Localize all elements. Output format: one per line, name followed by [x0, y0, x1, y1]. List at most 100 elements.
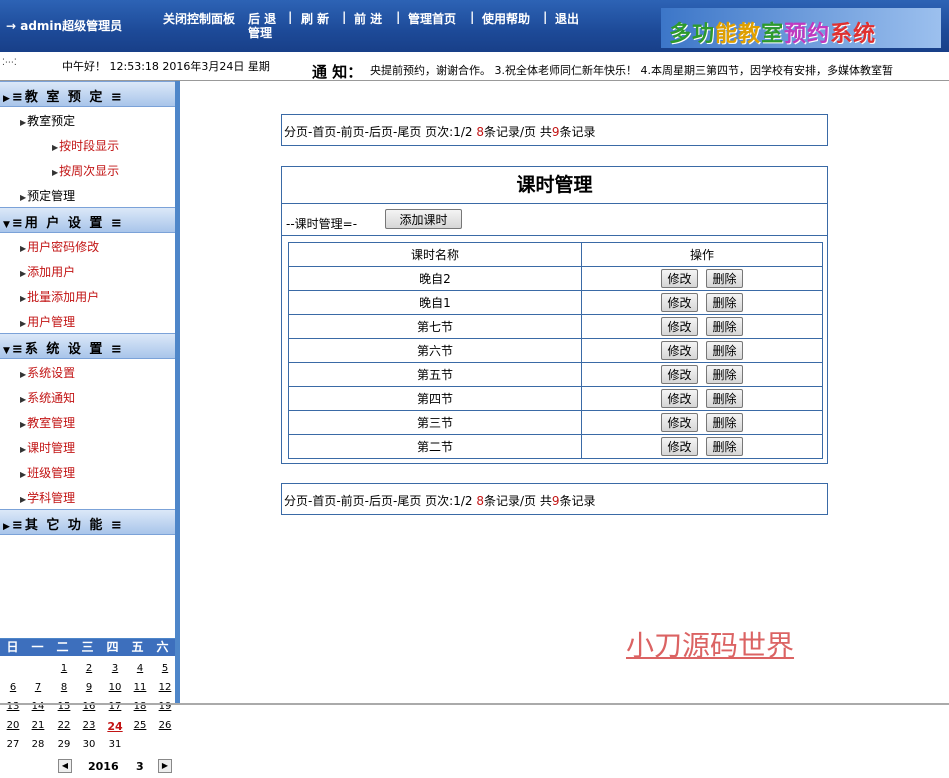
help-link[interactable]: 使用帮助	[482, 10, 530, 27]
table-row: 晚自2 修改 删除	[288, 266, 823, 291]
calendar-day[interactable]: 12	[157, 682, 173, 693]
sidebar-item-1-0[interactable]: ▶用户密码修改	[20, 238, 99, 255]
row-actions: 修改 删除	[581, 362, 823, 387]
calendar-day[interactable]: 21	[30, 720, 46, 731]
brand-char: 能	[715, 22, 739, 47]
edit-button[interactable]: 修改	[661, 293, 698, 312]
calendar-day[interactable]: 6	[5, 682, 21, 693]
edit-button[interactable]: 修改	[661, 341, 698, 360]
edit-button[interactable]: 修改	[661, 269, 698, 288]
add-period-button[interactable]: 添加课时	[385, 209, 462, 229]
calendar-day[interactable]: 10	[107, 682, 123, 693]
forward-link[interactable]: 前 进	[354, 10, 382, 27]
back-manage-link[interactable]: 管理	[248, 24, 272, 41]
sidebar-item-label: 批量添加用户	[27, 290, 100, 304]
page-title: 课时管理	[282, 167, 827, 204]
delete-button[interactable]: 删除	[706, 269, 743, 288]
prev-month-icon[interactable]: ◀	[58, 759, 72, 773]
sidebar-section-2[interactable]: ▼ ≡系 统 设 置 ≡	[0, 333, 175, 359]
sidebar-item-label: 系统通知	[27, 391, 76, 405]
arrow-icon: ▶	[20, 193, 27, 202]
delete-button[interactable]: 删除	[706, 293, 743, 312]
pager-top: 分页-首页-前页-后页-尾页 页次:1/2 8条记录/页 共9条记录	[281, 114, 828, 146]
calendar-day[interactable]: 11	[132, 682, 148, 693]
collapse-icon: ▼	[3, 346, 10, 356]
sidebar-item-0-0[interactable]: ▶教室预定	[20, 112, 75, 129]
edit-button[interactable]: 修改	[661, 437, 698, 456]
calendar-day[interactable]: 5	[157, 663, 173, 674]
calendar-day[interactable]: 4	[132, 663, 148, 674]
table-row: 第二节 修改 删除	[288, 434, 823, 459]
period-name: 第三节	[288, 410, 582, 435]
sidebar-item-1-1[interactable]: ▶添加用户	[20, 263, 75, 280]
calendar-day[interactable]: 25	[132, 720, 148, 731]
sidebar-item-2-2[interactable]: ▶教室管理	[20, 414, 75, 431]
table-row: 第五节 修改 删除	[288, 362, 823, 387]
calendar-day[interactable]: 8	[56, 682, 72, 693]
bottom-divider	[0, 703, 949, 705]
sidebar-item-2-4[interactable]: ▶班级管理	[20, 464, 75, 481]
sidebar-item-1-3[interactable]: ▶用户管理	[20, 313, 75, 330]
brand-char: 多	[669, 22, 693, 47]
sidebar-item-label: 教室管理	[27, 416, 76, 430]
edit-button[interactable]: 修改	[661, 389, 698, 408]
pager-text-end: 条记录	[559, 125, 596, 139]
table-row: 第六节 修改 删除	[288, 338, 823, 363]
delete-button[interactable]: 删除	[706, 437, 743, 456]
calendar-day[interactable]: 22	[56, 720, 72, 731]
sidebar-item-1-2[interactable]: ▶批量添加用户	[20, 288, 99, 305]
sidebar-section-1[interactable]: ▼ ≡用 户 设 置 ≡	[0, 207, 175, 233]
weekday-label: 六	[156, 640, 169, 654]
delete-button[interactable]: 删除	[706, 317, 743, 336]
delete-button[interactable]: 删除	[706, 341, 743, 360]
toolbar-label: --课时管理=-	[286, 217, 358, 231]
greeting-clock: 中午好！ 12:53:18 2016年3月24日 星期	[62, 60, 270, 73]
pager-links[interactable]: 分页-首页-前页-后页-尾页 页次:	[284, 125, 453, 139]
calendar-day: 30	[82, 739, 96, 750]
next-month-icon[interactable]: ▶	[158, 759, 172, 773]
delete-button[interactable]: 删除	[706, 413, 743, 432]
sidebar-item-2-0[interactable]: ▶系统设置	[20, 364, 75, 381]
delete-button[interactable]: 删除	[706, 365, 743, 384]
sidebar-item-2-5[interactable]: ▶学科管理	[20, 489, 75, 506]
calendar-day[interactable]: 2	[81, 663, 97, 674]
per-page-count: 8	[476, 125, 484, 139]
row-actions: 修改 删除	[581, 290, 823, 315]
calendar-day: 28	[31, 739, 45, 750]
calendar-day[interactable]: 24	[107, 720, 123, 733]
sidebar-item-0-2[interactable]: ▶按周次显示	[52, 162, 119, 179]
sidebar-section-label: ≡用 户 设 置 ≡	[11, 216, 124, 231]
arrow-icon: ▶	[20, 495, 27, 504]
calendar-day[interactable]: 26	[157, 720, 173, 731]
delete-button[interactable]: 删除	[706, 389, 743, 408]
calendar-footer: ◀ 2016 3 ▶	[56, 759, 176, 775]
logout-link[interactable]: 退出	[555, 10, 579, 27]
sidebar-item-label: 教室预定	[27, 114, 76, 128]
close-panel-link[interactable]: 关闭控制面板	[163, 10, 235, 27]
sidebar-item-0-3[interactable]: ▶预定管理	[20, 187, 75, 204]
edit-button[interactable]: 修改	[661, 413, 698, 432]
calendar-day[interactable]: 23	[81, 720, 97, 731]
sidebar-item-label: 系统设置	[27, 366, 76, 380]
refresh-link[interactable]: 刷 新	[301, 10, 329, 27]
sidebar-item-2-1[interactable]: ▶系统通知	[20, 389, 75, 406]
notice-label: 通 知：	[312, 63, 363, 81]
weekday-label: 四	[106, 640, 119, 654]
edit-button[interactable]: 修改	[661, 365, 698, 384]
calendar-day[interactable]: 9	[81, 682, 97, 693]
sidebar-item-2-3[interactable]: ▶课时管理	[20, 439, 75, 456]
edit-button[interactable]: 修改	[661, 317, 698, 336]
calendar-day[interactable]: 7	[30, 682, 46, 693]
calendar-day[interactable]: 1	[56, 663, 72, 674]
calendar-day[interactable]: 20	[5, 720, 21, 731]
weekday-label: 二	[56, 640, 69, 654]
sidebar-section-label: ≡其 它 功 能 ≡	[11, 518, 124, 533]
sidebar-section-0[interactable]: ▶ ≡教 室 预 定 ≡	[0, 81, 175, 107]
calendar-day[interactable]: 3	[107, 663, 123, 674]
sidebar-section-3[interactable]: ▶ ≡其 它 功 能 ≡	[0, 509, 175, 535]
calendar: 日一二三四五六 1 2 3 4 5 6 7 8 9 10 11 12 13 14 15 16 17 18 19 20 21…	[0, 638, 175, 778]
sidebar-item-0-1[interactable]: ▶按时段显示	[52, 137, 119, 154]
pager-links[interactable]: 分页-首页-前页-后页-尾页 页次:	[284, 494, 453, 508]
weekday-label: 一	[31, 640, 44, 654]
admin-home-link[interactable]: 管理首页	[408, 10, 456, 27]
